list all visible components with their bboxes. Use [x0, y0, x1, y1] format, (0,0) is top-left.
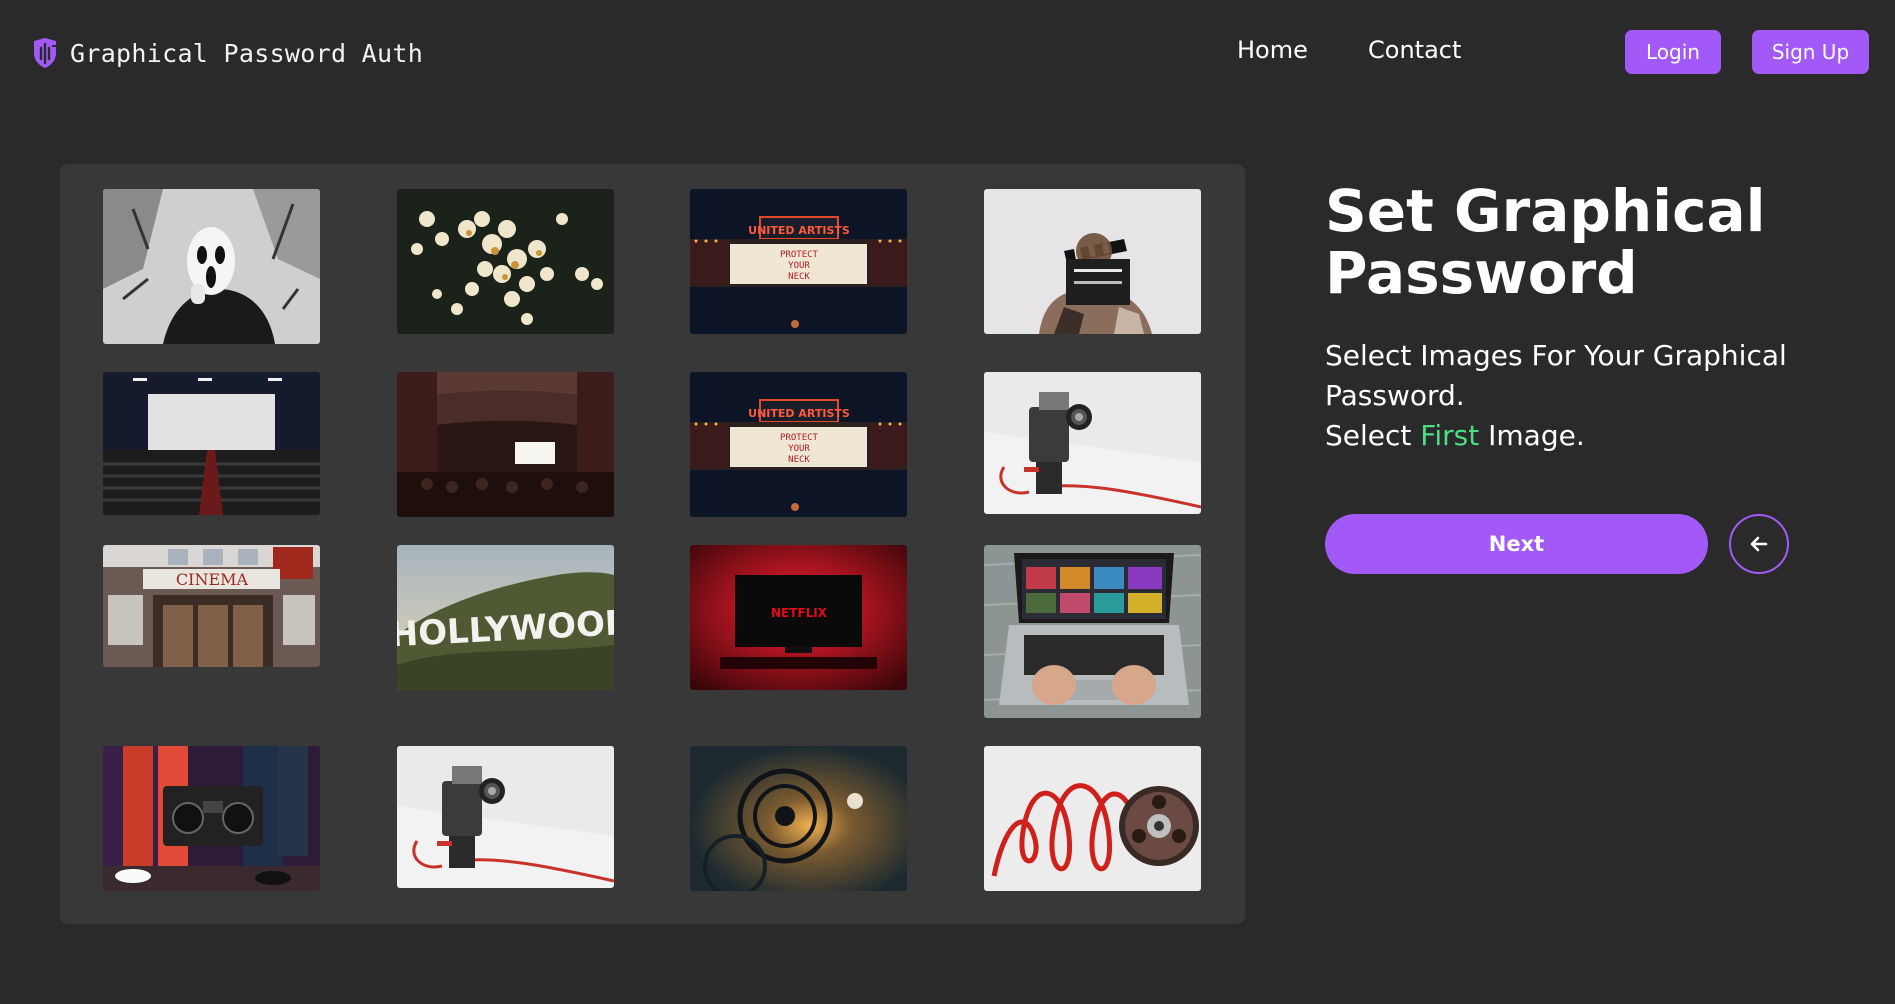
instruction-line: Select Images For Your Graphical Passwor…	[1325, 339, 1787, 412]
image-tile-popcorn[interactable]	[397, 189, 614, 334]
image-tile-laptop[interactable]	[984, 545, 1201, 718]
navbar: Graphical Password Auth Home Contact Log…	[0, 0, 1895, 106]
svg-text:PROTECT: PROTECT	[780, 433, 819, 443]
image-tile-hollywood[interactable]: HOLLYWOOD	[397, 545, 614, 690]
arrow-left-icon	[1750, 536, 1768, 552]
image-tile-boombox[interactable]	[103, 746, 320, 891]
login-button[interactable]: Login	[1625, 30, 1721, 74]
cinema-sign-text: CINEMA	[176, 570, 249, 589]
image-tile-vintage-camera[interactable]	[984, 372, 1201, 514]
select-suffix: Image.	[1488, 419, 1585, 452]
nav-contact-link[interactable]: Contact	[1368, 36, 1461, 64]
svg-text:YOUR: YOUR	[788, 444, 810, 454]
selection-step-line: Select First Image.	[1325, 416, 1865, 456]
svg-text:UNITED ARTISTS: UNITED ARTISTS	[748, 407, 850, 420]
image-tile-film-reel-red[interactable]	[984, 746, 1201, 891]
image-tile-netflix-tv[interactable]: NETFLIX	[690, 545, 907, 690]
image-tile-ghostface[interactable]	[103, 189, 320, 344]
svg-text:NECK: NECK	[788, 272, 810, 282]
image-tile-cinema-screen[interactable]	[103, 372, 320, 515]
brand[interactable]: Graphical Password Auth	[30, 36, 423, 70]
marquee-brand-text: UNITED ARTISTS	[748, 224, 850, 237]
image-tile-theater-audience[interactable]	[397, 372, 614, 517]
image-grid-panel: UNITED ARTISTS PROTECT YOUR NECK UNITED …	[60, 164, 1245, 924]
image-tile-marquee-2[interactable]: UNITED ARTISTS PROTECT YOUR NECK	[690, 372, 907, 517]
svg-text:NECK: NECK	[788, 455, 810, 465]
netflix-logo-text: NETFLIX	[771, 606, 828, 620]
instruction-text: Select Images For Your Graphical Passwor…	[1325, 336, 1865, 456]
image-tile-cinema-storefront[interactable]: CINEMA	[103, 545, 320, 667]
page-title: Set Graphical Password	[1325, 177, 1766, 307]
image-tile-vintage-camera-2[interactable]	[397, 746, 614, 888]
fingerprint-shield-icon	[34, 38, 56, 68]
back-button[interactable]	[1729, 514, 1789, 574]
image-tile-clapperboard[interactable]	[984, 189, 1201, 334]
nav-home-link[interactable]: Home	[1237, 36, 1308, 64]
signup-button[interactable]: Sign Up	[1752, 30, 1869, 74]
brand-title: Graphical Password Auth	[70, 38, 424, 68]
next-button[interactable]: Next	[1325, 514, 1708, 574]
select-prefix: Select	[1325, 419, 1412, 452]
selection-ordinal: First	[1420, 419, 1480, 452]
svg-text:YOUR: YOUR	[788, 261, 810, 271]
image-tile-marquee[interactable]: UNITED ARTISTS PROTECT YOUR NECK	[690, 189, 907, 334]
svg-text:PROTECT: PROTECT	[780, 250, 819, 260]
image-tile-film-reel-light[interactable]	[690, 746, 907, 891]
